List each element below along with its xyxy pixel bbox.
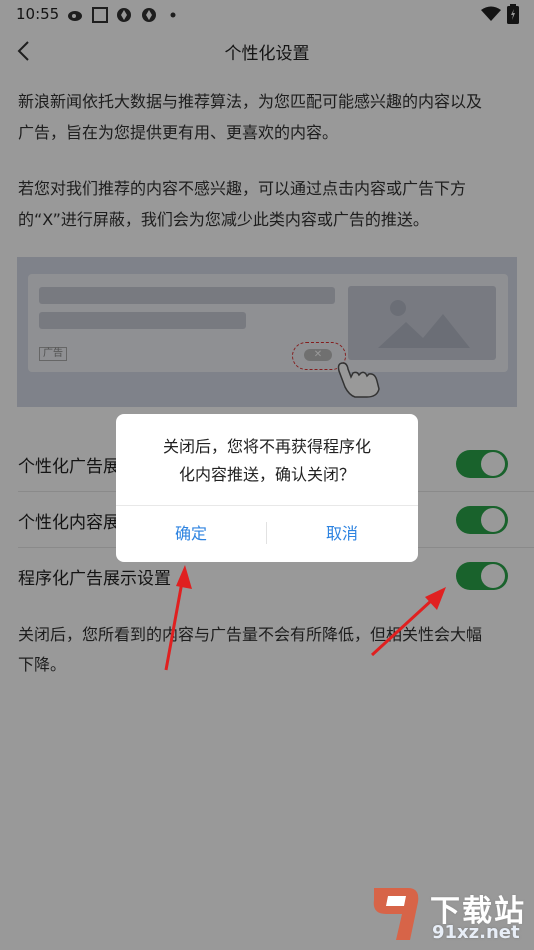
watermark-domain: 91xz.net xyxy=(432,922,520,943)
arrow-to-toggle-icon xyxy=(370,587,446,657)
watermark-logo-icon xyxy=(373,888,419,940)
arrow-to-confirm-icon xyxy=(164,565,192,671)
annotation-arrows xyxy=(164,565,446,671)
site-watermark: 下载站 91xz.net xyxy=(368,876,534,950)
